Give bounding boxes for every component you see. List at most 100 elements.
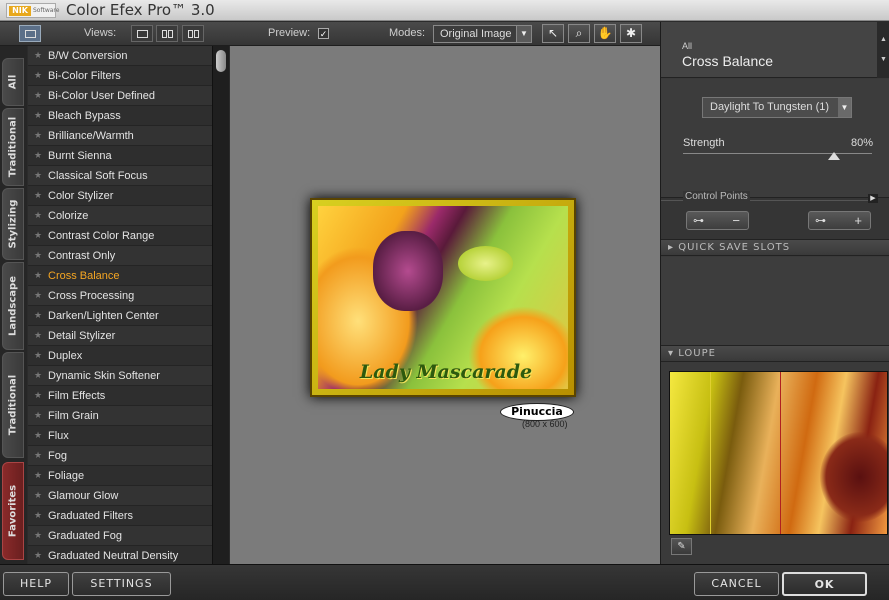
- star-icon[interactable]: ★: [34, 430, 42, 441]
- tab-stylizing[interactable]: Stylizing: [2, 188, 24, 260]
- filter-item[interactable]: ★ Brilliance/Warmth: [28, 126, 212, 146]
- tab-traditional[interactable]: Traditional: [2, 108, 24, 186]
- filter-title: Cross Balance: [682, 53, 774, 69]
- help-button[interactable]: HELP: [3, 572, 69, 596]
- filter-item[interactable]: ★ Graduated Filters: [28, 506, 212, 526]
- preview-label: Preview:: [268, 27, 311, 39]
- star-icon[interactable]: ★: [34, 370, 42, 381]
- filter-item-label: Brilliance/Warmth: [48, 130, 134, 142]
- filter-item[interactable]: ★ Duplex: [28, 346, 212, 366]
- toolbar: Views: Preview: ✓ Modes: Original Image …: [0, 22, 660, 46]
- star-icon[interactable]: ★: [34, 510, 42, 521]
- star-icon[interactable]: ★: [34, 290, 42, 301]
- light-icon[interactable]: ✱: [620, 24, 642, 43]
- filter-item[interactable]: ★ Graduated Fog: [28, 526, 212, 546]
- remove-control-point-button[interactable]: ⊶ −: [686, 211, 749, 230]
- star-icon[interactable]: ★: [34, 550, 42, 561]
- scrollbar-thumb[interactable]: [216, 50, 226, 72]
- filter-item-label: Darken/Lighten Center: [48, 310, 159, 322]
- filter-item[interactable]: ★ Cross Processing: [28, 286, 212, 306]
- filter-item[interactable]: ★ Burnt Sienna: [28, 146, 212, 166]
- mode-select[interactable]: Original Image ▼: [433, 25, 532, 43]
- filter-item[interactable]: ★ Flux: [28, 426, 212, 446]
- category-tabs: All Traditional Stylizing Landscape Trad…: [0, 46, 27, 564]
- ok-button[interactable]: OK: [782, 572, 867, 596]
- single-pane-icon[interactable]: [131, 25, 153, 42]
- tab-traditional-2[interactable]: Traditional: [2, 352, 24, 458]
- star-icon[interactable]: ★: [34, 70, 42, 81]
- mode-value: Original Image: [440, 28, 512, 40]
- pointer-icon[interactable]: ↖: [542, 24, 564, 43]
- filter-item[interactable]: ★ Contrast Only: [28, 246, 212, 266]
- filter-item[interactable]: ★ Glamour Glow: [28, 486, 212, 506]
- filter-item[interactable]: ★ Colorize: [28, 206, 212, 226]
- star-icon[interactable]: ★: [34, 90, 42, 101]
- image-title: Lady Mascarade: [359, 361, 533, 383]
- star-icon[interactable]: ★: [34, 230, 42, 241]
- filter-item[interactable]: ★ Darken/Lighten Center: [28, 306, 212, 326]
- star-icon[interactable]: ★: [34, 470, 42, 481]
- star-icon[interactable]: ★: [34, 170, 42, 181]
- header-scrollbar[interactable]: ▲ ▼: [877, 22, 889, 78]
- filter-item[interactable]: ★ Dynamic Skin Softener: [28, 366, 212, 386]
- filter-item[interactable]: ★ Color Stylizer: [28, 186, 212, 206]
- star-icon[interactable]: ★: [34, 310, 42, 321]
- star-icon[interactable]: ★: [34, 110, 42, 121]
- chevron-down-icon: ▼: [516, 26, 531, 42]
- add-control-point-button[interactable]: ⊶ +: [808, 211, 871, 230]
- preset-select[interactable]: Daylight To Tungsten (1) ▼: [702, 97, 852, 118]
- settings-button[interactable]: SETTINGS: [72, 572, 171, 596]
- star-icon[interactable]: ★: [34, 390, 42, 401]
- star-icon[interactable]: ★: [34, 350, 42, 361]
- star-icon[interactable]: ★: [34, 490, 42, 501]
- filter-item[interactable]: ★ Classical Soft Focus: [28, 166, 212, 186]
- star-icon[interactable]: ★: [34, 150, 42, 161]
- zoom-icon[interactable]: ⌕: [568, 24, 590, 43]
- tab-landscape[interactable]: Landscape: [2, 262, 24, 350]
- hand-icon[interactable]: ✋: [594, 24, 616, 43]
- filter-item[interactable]: ★ Bi-Color Filters: [28, 66, 212, 86]
- preview-checkbox[interactable]: ✓: [318, 28, 329, 39]
- single-view-icon[interactable]: [19, 25, 41, 42]
- star-icon[interactable]: ★: [34, 410, 42, 421]
- star-icon[interactable]: ★: [34, 210, 42, 221]
- filter-item[interactable]: ★ Film Grain: [28, 406, 212, 426]
- filter-item-label: Cross Processing: [48, 290, 135, 302]
- star-icon[interactable]: ★: [34, 270, 42, 281]
- filter-item-label: Duplex: [48, 350, 83, 362]
- chevron-right-icon: ▸: [668, 242, 675, 253]
- filter-item[interactable]: ★ Contrast Color Range: [28, 226, 212, 246]
- loupe-header[interactable]: ▾ LOUPE: [661, 345, 889, 362]
- tab-all[interactable]: All: [2, 58, 24, 106]
- star-icon[interactable]: ★: [34, 250, 42, 261]
- strength-slider-knob[interactable]: [828, 152, 841, 160]
- star-icon[interactable]: ★: [34, 50, 42, 61]
- filter-item[interactable]: ★ Graduated Neutral Density: [28, 546, 212, 566]
- pin-icon[interactable]: ✎: [671, 538, 692, 555]
- chevron-right-icon[interactable]: ▶: [868, 194, 878, 203]
- filter-item[interactable]: ★ Detail Stylizer: [28, 326, 212, 346]
- filter-item[interactable]: ★ Bleach Bypass: [28, 106, 212, 126]
- tab-favorites[interactable]: Favorites: [2, 462, 24, 560]
- filter-item-label: Foliage: [48, 470, 85, 482]
- filter-item-label: Classical Soft Focus: [48, 170, 148, 182]
- side-by-side-icon[interactable]: [182, 25, 204, 42]
- star-icon[interactable]: ★: [34, 330, 42, 341]
- preview-area: Lady Mascarade Pinuccia (800 x 600): [230, 46, 660, 564]
- filter-item[interactable]: ★ Fog: [28, 446, 212, 466]
- star-icon[interactable]: ★: [34, 190, 42, 201]
- star-icon[interactable]: ★: [34, 530, 42, 541]
- loupe-image: [669, 371, 888, 535]
- filter-item[interactable]: ★ Film Effects: [28, 386, 212, 406]
- strength-slider[interactable]: [683, 153, 872, 154]
- filter-item[interactable]: ★ B/W Conversion: [28, 46, 212, 66]
- filter-list-scrollbar[interactable]: [212, 46, 229, 564]
- star-icon[interactable]: ★: [34, 450, 42, 461]
- filter-item[interactable]: ★ Cross Balance: [28, 266, 212, 286]
- quick-save-header[interactable]: ▸ QUICK SAVE SLOTS: [661, 239, 889, 256]
- cancel-button[interactable]: CANCEL: [694, 572, 779, 596]
- star-icon[interactable]: ★: [34, 130, 42, 141]
- filter-item[interactable]: ★ Bi-Color User Defined: [28, 86, 212, 106]
- split-view-icon[interactable]: [156, 25, 178, 42]
- filter-item[interactable]: ★ Foliage: [28, 466, 212, 486]
